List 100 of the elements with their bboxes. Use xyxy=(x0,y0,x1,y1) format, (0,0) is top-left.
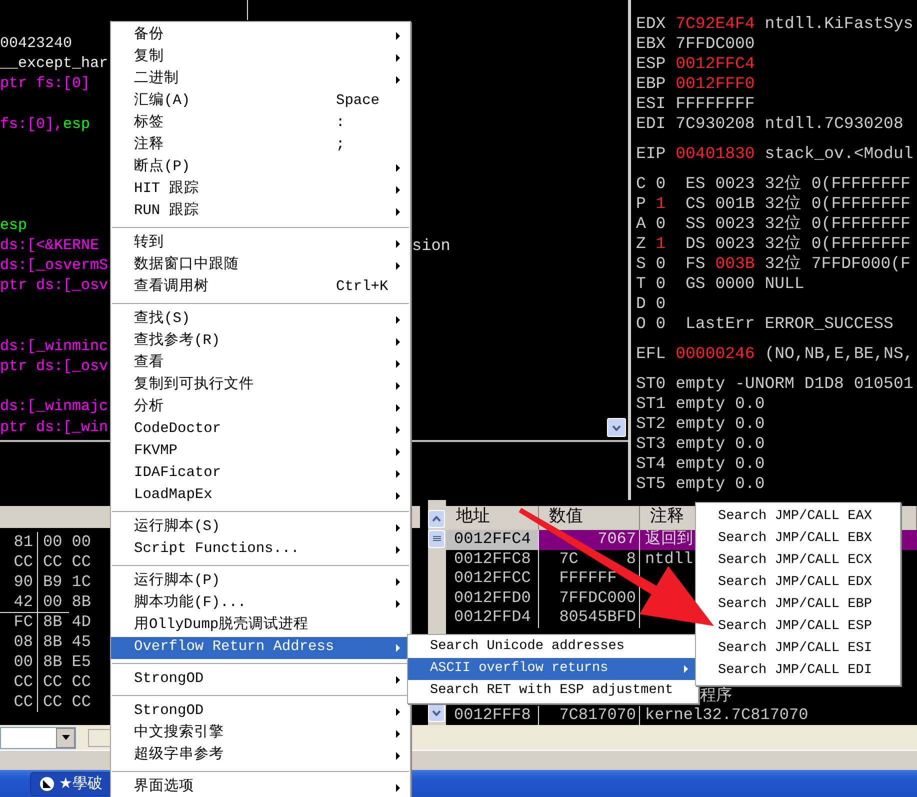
menu-item[interactable]: FKVMP xyxy=(111,441,410,463)
app-icon xyxy=(39,776,55,792)
register-value: 0012FFF0 xyxy=(676,74,755,94)
disassembly-comment: sion xyxy=(412,236,452,256)
hex-bytes: CC CC xyxy=(42,692,92,712)
submenu-arrow-icon xyxy=(396,730,400,738)
submenu-arrow-icon xyxy=(396,708,400,716)
menu-item[interactable]: 查看调用树 Ctrl+K xyxy=(111,277,410,299)
menu-item[interactable]: Search JMP/CALL EBP xyxy=(696,594,900,616)
register-value: 7C92E4F4 xyxy=(676,14,755,34)
register-label: ESP xyxy=(636,54,666,74)
menu-item[interactable]: 查找参考(R) xyxy=(111,331,410,353)
menu-item[interactable]: RUN 跟踪 xyxy=(111,201,410,223)
disassembly-text: esp xyxy=(0,216,28,234)
stack-address: 0012FFC8 xyxy=(446,550,539,570)
register-value: FS xyxy=(685,254,706,274)
scroll-thumb[interactable] xyxy=(428,530,445,548)
menu-item[interactable]: Search JMP/CALL ESI xyxy=(696,638,900,660)
hex-bytes: CC CC xyxy=(42,552,92,572)
menu-item[interactable]: StrongOD xyxy=(111,669,410,691)
register-label: ST3 xyxy=(636,434,666,454)
submenu-arrow-icon xyxy=(396,524,400,532)
register-label: C xyxy=(636,174,646,194)
column-header[interactable]: 注释 xyxy=(650,508,684,527)
submenu-arrow-icon xyxy=(396,240,400,248)
submenu-arrow-icon xyxy=(396,208,400,216)
menu-item[interactable]: 查找(S) xyxy=(111,309,410,331)
menu-item[interactable]: Overflow Return Address xyxy=(111,637,410,659)
menu-item[interactable]: Search JMP/CALL EAX xyxy=(696,506,900,528)
submenu-arrow-icon xyxy=(396,492,400,500)
register-label: EBX xyxy=(636,34,666,54)
register-value: 32位 xyxy=(764,254,802,274)
menu-item[interactable]: IDAFicator xyxy=(111,463,410,485)
stack-address: 0012FFD4 xyxy=(446,608,539,628)
register-value: 0023 xyxy=(715,234,755,254)
hex-bytes: 08 xyxy=(0,632,38,652)
menu-item[interactable]: Script Functions... xyxy=(111,539,410,561)
menu-item[interactable]: 注释 ; xyxy=(111,135,410,157)
register-value: 0.0 xyxy=(735,394,765,414)
register-value: empty xyxy=(676,394,726,414)
menu-item[interactable]: 查看 xyxy=(111,353,410,375)
register-value: 0 xyxy=(656,174,666,194)
menu-item[interactable]: Search RET with ESP adjustment xyxy=(408,680,698,702)
menu-item[interactable]: 用OllyDump脱壳调试进程 xyxy=(111,615,410,637)
menu-item[interactable]: CodeDoctor xyxy=(111,419,410,441)
menu-item[interactable]: 标签 : xyxy=(111,113,410,135)
register-value: 1 xyxy=(656,234,666,254)
menu-item[interactable]: 运行脚本(P) xyxy=(111,571,410,593)
chevron-down-icon xyxy=(432,710,441,716)
menu-item[interactable]: Search JMP/CALL ESP xyxy=(696,616,900,638)
register-value: stack_ov.<Modul xyxy=(764,144,914,164)
menu-item[interactable]: 超级字串参考 xyxy=(111,745,410,767)
command-field[interactable] xyxy=(0,726,76,748)
register-value: 0 xyxy=(656,254,666,274)
menu-item[interactable]: 备份 xyxy=(111,25,410,47)
dropdown-button[interactable] xyxy=(56,728,75,748)
menu-item[interactable]: HIT 跟踪 xyxy=(111,179,410,201)
submenu-arrow-icon xyxy=(396,76,400,84)
menu-item[interactable]: 分析 xyxy=(111,397,410,419)
hex-bytes: 8B 45 xyxy=(42,632,92,652)
menu-item[interactable]: Search JMP/CALL EBX xyxy=(696,528,900,550)
register-value: LastErr xyxy=(685,314,755,334)
submenu-arrow-icon xyxy=(396,186,400,194)
menu-item[interactable]: 汇编(A) Space xyxy=(111,91,410,113)
menu-item[interactable]: 转到 xyxy=(111,233,410,255)
disassembly-text: ptr ds:[_win xyxy=(0,418,108,436)
register-value: empty xyxy=(676,374,726,394)
menu-item[interactable]: 复制 xyxy=(111,47,410,69)
stack-comment: kernel32.7C817070 xyxy=(645,706,808,724)
menu-item[interactable]: LoadMapEx xyxy=(111,485,410,507)
register-label: T xyxy=(636,274,646,294)
stack-value: 7067 xyxy=(598,530,636,550)
register-label: EDX xyxy=(636,14,666,34)
scroll-down-button[interactable] xyxy=(607,418,626,437)
menu-item[interactable]: Search JMP/CALL EDX xyxy=(696,572,900,594)
register-label: EBP xyxy=(636,74,666,94)
menu-item[interactable]: Search Unicode addresses xyxy=(408,636,698,658)
hex-bytes: FC xyxy=(0,612,38,632)
menu-item[interactable]: 数据窗口中跟随 xyxy=(111,255,410,277)
hex-bytes: 8B 4D xyxy=(42,612,92,632)
stack-value: FFFFFF xyxy=(559,569,617,589)
menu-item[interactable]: 脚本功能(F)... xyxy=(111,593,410,615)
menu-item[interactable]: 二进制 xyxy=(111,69,410,91)
menu-item[interactable]: Search JMP/CALL ECX xyxy=(696,550,900,572)
menu-item[interactable]: 运行脚本(S) xyxy=(111,517,410,539)
register-label: ST0 xyxy=(636,374,666,394)
menu-item[interactable]: 复制到可执行文件 xyxy=(111,375,410,397)
stack-value: 7C817070 xyxy=(559,706,636,725)
submenu-arrow-icon xyxy=(396,784,400,792)
register-label: EDI xyxy=(636,114,666,134)
menu-item[interactable]: ASCII overflow returns xyxy=(408,658,698,680)
menu-item[interactable]: StrongOD xyxy=(111,701,410,723)
column-header[interactable]: 地址 xyxy=(456,508,490,527)
column-header[interactable]: 数值 xyxy=(549,508,583,527)
scroll-up-button[interactable] xyxy=(428,510,445,528)
menu-item[interactable]: Search JMP/CALL EDI xyxy=(696,660,900,682)
submenu-arrow-icon xyxy=(396,644,400,652)
menu-item[interactable]: 断点(P) xyxy=(111,157,410,179)
register-value: 7C930208 xyxy=(676,114,755,134)
register-label: P xyxy=(636,194,646,214)
